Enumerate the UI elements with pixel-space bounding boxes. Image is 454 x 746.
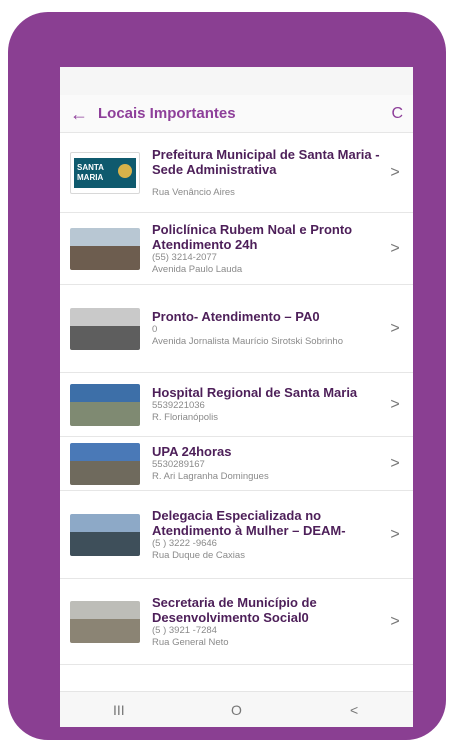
logo-badge: SANTA MARIA	[74, 157, 136, 188]
places-list: SANTA MARIA Prefeitura Municipal de Sant…	[60, 133, 413, 665]
refresh-icon[interactable]: C	[381, 103, 403, 125]
recent-apps-button[interactable]: III	[99, 702, 139, 718]
list-item[interactable]: Hospital Regional de Santa Maria 5539221…	[60, 373, 413, 437]
back-arrow-icon[interactable]: ←	[70, 103, 92, 125]
item-text: Hospital Regional de Santa Maria 5539221…	[152, 385, 385, 424]
building-photo	[70, 513, 140, 556]
item-name: Policlínica Rubem Noal e Pronto Atendime…	[152, 221, 353, 252]
item-text: Policlínica Rubem Noal e Pronto Atendime…	[152, 222, 385, 276]
item-phone: 5539221036	[152, 400, 205, 411]
item-address: Rua General Neto	[152, 636, 229, 648]
building-photo	[70, 227, 140, 270]
item-phone: (55) 3214-2077	[152, 251, 217, 263]
chevron-right-icon[interactable]: >	[385, 613, 405, 631]
page-title: Locais Importantes	[98, 105, 236, 122]
item-address: R. Florianópolis	[152, 412, 218, 423]
building-photo	[70, 307, 140, 350]
item-address: Avenida Paulo Lauda	[152, 263, 243, 275]
item-address: Avenida Jornalista Maurício Sirotski Sob…	[152, 336, 343, 347]
item-name: Secretaria de Município de Desenvolvimen…	[152, 594, 317, 625]
item-name: Pronto- Atendimento – PA0	[152, 309, 320, 324]
item-name: Hospital Regional de Santa Maria	[152, 385, 358, 400]
android-nav-bar: III O <	[60, 691, 413, 727]
chevron-right-icon[interactable]: >	[385, 455, 405, 473]
home-button[interactable]: O	[216, 702, 256, 718]
item-phone: (5 ) 3222 -9646	[152, 537, 217, 549]
list-item[interactable]: Delegacia Especializada no Atendimento à…	[60, 491, 413, 579]
item-name: Prefeitura Municipal de Santa Maria - Se…	[152, 146, 380, 177]
chevron-right-icon[interactable]: >	[385, 320, 405, 338]
building-photo	[70, 442, 140, 485]
building-photo	[70, 600, 140, 643]
item-address: Rua Venâncio Aires	[152, 186, 235, 198]
item-address: R. Ari Lagranha Domingues	[152, 471, 269, 482]
chevron-right-icon[interactable]: >	[385, 526, 405, 544]
santa-maria-logo: SANTA MARIA	[70, 151, 140, 194]
item-text: Secretaria de Município de Desenvolvimen…	[152, 595, 385, 649]
item-text: Pronto- Atendimento – PA0 0 Avenida Jorn…	[152, 309, 385, 348]
list-item[interactable]: Policlínica Rubem Noal e Pronto Atendime…	[60, 213, 413, 285]
chevron-right-icon[interactable]: >	[385, 164, 405, 182]
app-screen: ← Locais Importantes C SANTA MARIA Prefe…	[60, 67, 413, 727]
item-text: Delegacia Especializada no Atendimento à…	[152, 508, 385, 562]
item-text: UPA 24horas 5530289167 R. Ari Lagranha D…	[152, 444, 385, 483]
phone-frame: ← Locais Importantes C SANTA MARIA Prefe…	[8, 12, 446, 740]
list-item[interactable]: SANTA MARIA Prefeitura Municipal de Sant…	[60, 133, 413, 213]
item-text: Prefeitura Municipal de Santa Maria - Se…	[152, 147, 385, 199]
status-bar	[60, 67, 413, 95]
list-item[interactable]: Secretaria de Município de Desenvolvimen…	[60, 579, 413, 665]
list-item[interactable]: Pronto- Atendimento – PA0 0 Avenida Jorn…	[60, 285, 413, 373]
item-phone: 5530289167	[152, 459, 205, 470]
app-header: ← Locais Importantes C	[60, 95, 413, 133]
list-item[interactable]: UPA 24horas 5530289167 R. Ari Lagranha D…	[60, 437, 413, 491]
item-phone: 0	[152, 324, 158, 335]
chevron-right-icon[interactable]: >	[385, 240, 405, 258]
item-phone: (5 ) 3921 -7284	[152, 624, 217, 636]
item-name: Delegacia Especializada no Atendimento à…	[152, 507, 346, 538]
building-photo	[70, 383, 140, 426]
back-button[interactable]: <	[334, 702, 374, 718]
logo-emblem-icon	[118, 163, 132, 178]
chevron-right-icon[interactable]: >	[385, 396, 405, 414]
item-address: Rua Duque de Caxias	[152, 549, 245, 561]
item-name: UPA 24horas	[152, 444, 232, 459]
